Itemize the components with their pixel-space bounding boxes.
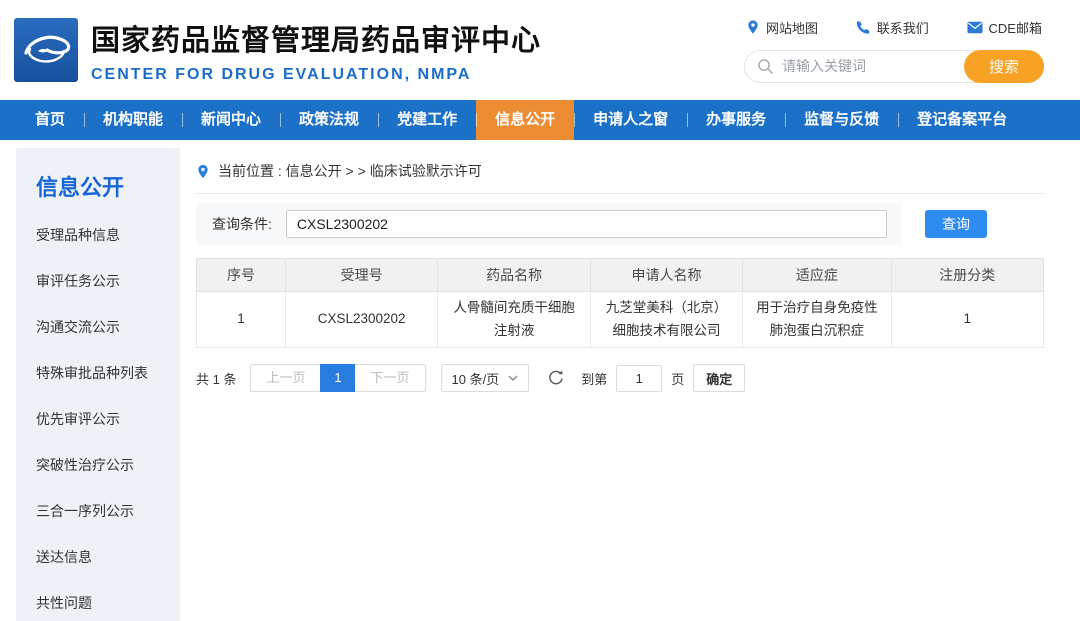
page-unit-label: 页: [671, 369, 684, 388]
table-row: 1 CXSL2300202 人骨髓间充质干细胞注射液 九芝堂美科（北京）细胞技术…: [197, 292, 1044, 348]
prev-page-button[interactable]: 上一页: [250, 364, 320, 392]
sitemap-link[interactable]: 网站地图: [746, 18, 818, 37]
site-subtitle: CENTER FOR DRUG EVALUATION, NMPA: [91, 66, 541, 84]
site-header: 国家药品监督管理局药品审评中心 CENTER FOR DRUG EVALUATI…: [0, 0, 1080, 100]
cell-index: 1: [197, 292, 286, 348]
sidebar-item-priority-review[interactable]: 优先审评公示: [16, 396, 180, 442]
location-pin-icon: [746, 19, 760, 35]
cell-applicant-name: 九芝堂美科（北京）细胞技术有限公司: [590, 292, 742, 348]
nav-item-services[interactable]: 办事服务: [687, 100, 785, 140]
cde-logo-icon: [14, 18, 78, 82]
nav-item-news[interactable]: 新闻中心: [182, 100, 280, 140]
cell-acceptance-number: CXSL2300202: [285, 292, 437, 348]
col-header-index: 序号: [197, 259, 286, 292]
total-count-label: 共 1 条: [196, 369, 236, 388]
sidebar-item-special-approval[interactable]: 特殊审批品种列表: [16, 350, 180, 396]
sidebar-item-common-issues[interactable]: 共性问题: [16, 580, 180, 621]
table-header-row: 序号 受理号 药品名称 申请人名称 适应症 注册分类: [197, 259, 1044, 292]
chevron-down-icon: [508, 375, 518, 382]
page-size-select[interactable]: 10 条/页: [441, 364, 530, 392]
top-links: 网站地图 联系我们 CDE邮箱: [744, 18, 1044, 37]
location-pin-icon: [196, 163, 210, 180]
cell-indication: 用于治疗自身免疫性肺泡蛋白沉积症: [743, 292, 891, 348]
mail-label: CDE邮箱: [989, 18, 1042, 37]
header-right: 网站地图 联系我们 CDE邮箱 搜索: [744, 18, 1044, 83]
cell-drug-name: 人骨髓间充质干细胞注射液: [438, 292, 590, 348]
brand-block: 国家药品监督管理局药品审评中心 CENTER FOR DRUG EVALUATI…: [91, 17, 541, 84]
mail-icon: [967, 21, 983, 34]
col-header-applicant-name: 申请人名称: [590, 259, 742, 292]
sidebar-item-breakthrough-therapy[interactable]: 突破性治疗公示: [16, 442, 180, 488]
page-body: 信息公开 受理品种信息 审评任务公示 沟通交流公示 特殊审批品种列表 优先审评公…: [0, 140, 1080, 621]
col-header-acceptance-number: 受理号: [285, 259, 437, 292]
nav-item-policies[interactable]: 政策法规: [280, 100, 378, 140]
sidebar-item-three-in-one[interactable]: 三合一序列公示: [16, 488, 180, 534]
cell-registration-category: 1: [891, 292, 1044, 348]
nav-item-applicant-window[interactable]: 申请人之窗: [574, 100, 687, 140]
phone-icon: [856, 20, 871, 35]
page-size-value: 10 条/页: [452, 369, 500, 388]
next-page-button[interactable]: 下一页: [355, 364, 425, 392]
nav-item-party[interactable]: 党建工作: [378, 100, 476, 140]
pagination: 共 1 条 上一页 1 下一页 10 条/页 到第 页 确定: [196, 364, 1044, 392]
goto-label: 到第: [581, 369, 607, 388]
nav-item-functions[interactable]: 机构职能: [84, 100, 182, 140]
goto-page-input[interactable]: [616, 365, 662, 392]
search-button[interactable]: 搜索: [964, 50, 1044, 83]
sidebar-item-delivery-info[interactable]: 送达信息: [16, 534, 180, 580]
sidebar-item-review-tasks[interactable]: 审评任务公示: [16, 258, 180, 304]
nav-item-registration-platform[interactable]: 登记备案平台: [898, 100, 1026, 140]
sitemap-label: 网站地图: [766, 18, 818, 37]
col-header-drug-name: 药品名称: [438, 259, 590, 292]
sidebar: 信息公开 受理品种信息 审评任务公示 沟通交流公示 特殊审批品种列表 优先审评公…: [16, 148, 180, 621]
mail-link[interactable]: CDE邮箱: [967, 18, 1042, 37]
main-nav: 首页 机构职能 新闻中心 政策法规 党建工作 信息公开 申请人之窗 办事服务 监…: [0, 100, 1080, 140]
contact-label: 联系我们: [877, 18, 929, 37]
sidebar-item-accepted-varieties[interactable]: 受理品种信息: [16, 212, 180, 258]
query-row: 查询条件: 查询: [196, 203, 1044, 245]
results-table: 序号 受理号 药品名称 申请人名称 适应症 注册分类 1 CXSL2300202…: [196, 258, 1044, 348]
breadcrumb: 当前位置 : 信息公开 > > 临床试验默示许可: [196, 148, 1044, 194]
pager-group: 上一页 1 下一页: [250, 364, 425, 392]
sidebar-title: 信息公开: [16, 148, 180, 212]
page-1-button[interactable]: 1: [320, 364, 355, 392]
search-icon: [757, 58, 774, 75]
col-header-registration-category: 注册分类: [891, 259, 1044, 292]
refresh-icon[interactable]: [547, 369, 565, 387]
query-button[interactable]: 查询: [925, 210, 987, 238]
col-header-indication: 适应症: [743, 259, 891, 292]
sidebar-item-communication[interactable]: 沟通交流公示: [16, 304, 180, 350]
search-input[interactable]: [782, 58, 964, 74]
confirm-button[interactable]: 确定: [693, 364, 745, 392]
site-title: 国家药品监督管理局药品审评中心: [91, 17, 541, 59]
query-label: 查询条件:: [212, 214, 272, 234]
main-content: 当前位置 : 信息公开 > > 临床试验默示许可 查询条件: 查询 序号 受理号…: [196, 148, 1044, 621]
contact-link[interactable]: 联系我们: [856, 18, 929, 37]
nav-item-information-disclosure[interactable]: 信息公开: [476, 100, 574, 140]
goto-page-group: 到第 页 确定: [581, 364, 745, 392]
query-box: 查询条件:: [196, 203, 901, 245]
search-bar: 搜索: [744, 50, 1044, 83]
query-input[interactable]: [286, 210, 887, 238]
nav-item-home[interactable]: 首页: [16, 100, 84, 140]
nav-item-supervision-feedback[interactable]: 监督与反馈: [785, 100, 898, 140]
breadcrumb-text: 当前位置 : 信息公开 > > 临床试验默示许可: [218, 161, 482, 181]
